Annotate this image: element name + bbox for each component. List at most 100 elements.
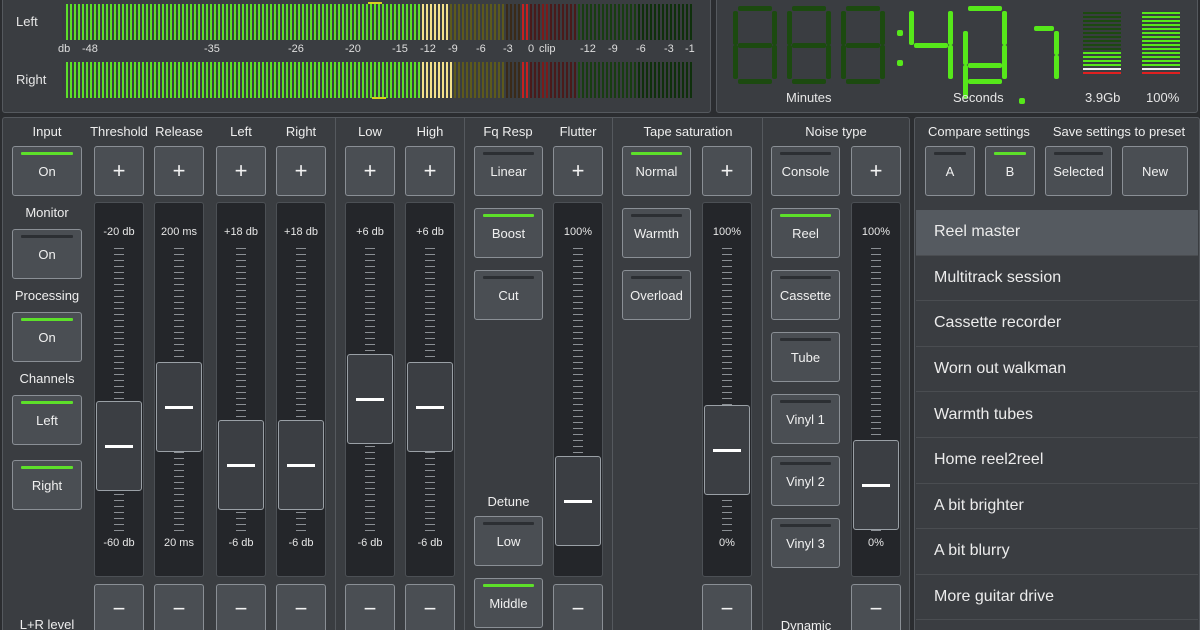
noise-tube-button[interactable]: Tube [771,332,840,382]
channels-left-button[interactable]: Left [12,395,82,445]
saturation-increase-button[interactable]: + [702,146,752,196]
meter-segment [562,4,564,40]
noise-vinyl-2-button[interactable]: Vinyl 2 [771,456,840,506]
flutter-slider-thumb[interactable] [555,455,601,546]
right-increase-button[interactable]: + [276,146,326,196]
compare-b-button[interactable]: B [985,146,1035,196]
saturation-decrease-button[interactable]: − [702,584,752,630]
noise-reel-button[interactable]: Reel [771,208,840,258]
compare-a-button[interactable]: A [925,146,975,196]
meter-segment [598,62,600,98]
right-slider-thumb[interactable] [278,420,324,511]
meter-segment [618,62,620,98]
save-new-button[interactable]: New [1122,146,1188,196]
meter-segment [78,4,80,40]
noise-console-button[interactable]: Console [771,146,840,196]
preset-list-item[interactable]: More guitar drive [916,575,1198,621]
meter-line [1083,16,1121,18]
meter-segment [162,62,164,98]
noise-vinyl-1-button[interactable]: Vinyl 1 [771,394,840,444]
detune-low-label: Low [496,533,521,549]
high-slider-thumb[interactable] [407,361,453,452]
preset-list-item[interactable]: Cassette recorder [916,301,1198,347]
meter-segment [286,4,288,40]
detune-low-indicator [483,522,534,525]
preset-list-item[interactable]: A bit brighter [916,484,1198,530]
left-decrease-button[interactable]: − [216,584,266,630]
channels-right-button[interactable]: Right [12,460,82,510]
battery-label: 100% [1146,90,1180,105]
meter-line [1083,68,1121,70]
noise-slider-thumb[interactable] [853,439,899,530]
meter-segment [78,62,80,98]
flutter-label: Flutter [559,124,597,139]
preset-list-item[interactable]: Warmth tubes [916,392,1198,438]
high-min-label: -6 db [417,537,443,549]
meter-segment [202,62,204,98]
flutter-increase-button[interactable]: + [553,146,603,196]
preset-list-item[interactable]: Reel master [916,210,1198,256]
threshold-increase-button[interactable]: + [94,146,144,196]
meter-line [1142,48,1180,50]
meter-segment [370,4,372,40]
meter-segment [226,62,228,98]
meter-segment [258,4,260,40]
noise-vinyl-3-button[interactable]: Vinyl 3 [771,518,840,568]
tape-normal-button[interactable]: Normal [622,146,691,196]
threshold-slider-thumb[interactable] [96,400,142,491]
processing-on-button[interactable]: On [12,312,82,362]
fq-linear-button[interactable]: Linear [474,146,543,196]
meter-segment [138,62,140,98]
flutter-decrease-button[interactable]: − [553,584,603,630]
monitor-on-button[interactable]: On [12,229,82,279]
release-slider-thumb[interactable] [156,361,202,452]
right-decrease-button[interactable]: − [276,584,326,630]
left-slider-thumb[interactable] [218,420,264,511]
saturation-slider-thumb[interactable] [704,404,750,495]
noise-decrease-button[interactable]: − [851,584,901,630]
low-increase-button[interactable]: + [345,146,395,196]
preset-list-item[interactable]: Multitrack session [916,256,1198,302]
fq-cut-button[interactable]: Cut [474,270,543,320]
meter-segment [422,62,424,98]
meter-segment [274,62,276,98]
noise-button-label: Tube [790,349,821,365]
preset-list-item[interactable]: Home reel2reel [916,438,1198,484]
left-increase-button[interactable]: + [216,146,266,196]
tape-overload-button[interactable]: Overload [622,270,691,320]
high-increase-button[interactable]: + [405,146,455,196]
save-selected-button[interactable]: Selected [1045,146,1112,196]
detune-low-button[interactable]: Low [474,516,543,566]
fq-boost-button[interactable]: Boost [474,208,543,258]
preset-list-item[interactable]: A bit blurry [916,529,1198,575]
clock-digit-segment [772,11,777,45]
threshold-slider-ticks [114,248,124,536]
detune-middle-indicator [483,584,534,587]
detune-middle-button[interactable]: Middle [474,578,543,628]
low-slider-thumb[interactable] [347,354,393,445]
meter-segment [70,4,72,40]
meter-segment [614,62,616,98]
meter-segment [534,62,536,98]
channels-left-label: Left [36,412,58,428]
meter-segment [354,4,356,40]
meter-segment [674,62,676,98]
low-decrease-button[interactable]: − [345,584,395,630]
tape-warmth-button[interactable]: Warmth [622,208,691,258]
release-increase-button[interactable]: + [154,146,204,196]
meter-segment [586,4,588,40]
threshold-decrease-button[interactable]: − [94,584,144,630]
input-on-button[interactable]: On [12,146,82,196]
section-divider [612,117,613,630]
meter-segment [430,62,432,98]
release-decrease-button[interactable]: − [154,584,204,630]
high-decrease-button[interactable]: − [405,584,455,630]
meter-segment [462,62,464,98]
preset-list-item[interactable]: Worn out walkman [916,347,1198,393]
meter-line [1142,12,1180,14]
noise-cassette-button[interactable]: Cassette [771,270,840,320]
left-peak-marker [368,2,382,4]
meter-segment [178,4,180,40]
save-selected-indicator [1054,152,1103,155]
noise-increase-button[interactable]: + [851,146,901,196]
